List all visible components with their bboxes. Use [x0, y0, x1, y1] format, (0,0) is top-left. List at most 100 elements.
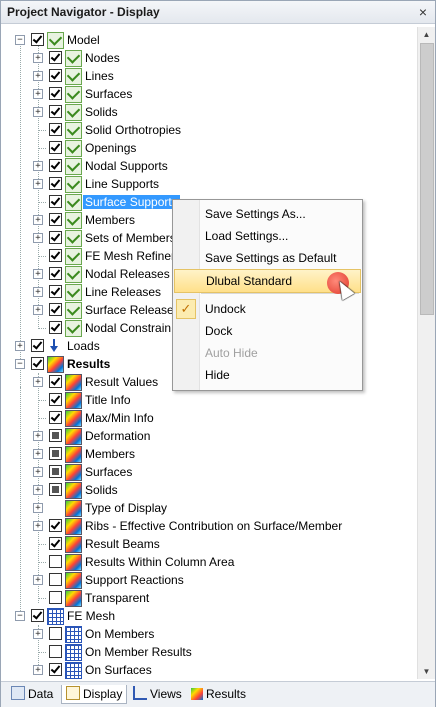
tree-item-surfaces[interactable]: + Surfaces — [1, 85, 417, 103]
tree-item-solids-results[interactable]: + Solids — [1, 481, 417, 499]
expand-icon[interactable]: + — [33, 161, 43, 171]
checkbox[interactable] — [49, 393, 62, 406]
tree-item-solids[interactable]: + Solids — [1, 103, 417, 121]
tree-item-line-supports[interactable]: + Line Supports — [1, 175, 417, 193]
checkbox[interactable] — [49, 195, 62, 208]
tab-views[interactable]: Views — [129, 685, 186, 703]
menu-item-hide[interactable]: Hide — [173, 364, 362, 386]
expand-icon[interactable]: + — [33, 53, 43, 63]
checkbox[interactable] — [49, 303, 62, 316]
tree-item-ribs[interactable]: + Ribs - Effective Contribution on Surfac… — [1, 517, 417, 535]
tree-item-nodes[interactable]: + Nodes — [1, 49, 417, 67]
checkbox[interactable] — [49, 51, 62, 64]
checkbox-partial[interactable] — [49, 483, 62, 496]
tree-item-members-results[interactable]: + Members — [1, 445, 417, 463]
expand-icon[interactable]: + — [33, 431, 43, 441]
tree-item-on-surfaces[interactable]: + On Surfaces — [1, 661, 417, 679]
expand-icon[interactable]: + — [33, 521, 43, 531]
expand-icon[interactable]: + — [33, 449, 43, 459]
checkbox[interactable] — [49, 267, 62, 280]
scrollbar-thumb[interactable] — [420, 43, 434, 315]
expand-icon[interactable]: + — [33, 503, 43, 513]
tree-item-solid-orthotropies[interactable]: Solid Orthotropies — [1, 121, 417, 139]
expand-icon[interactable]: + — [33, 89, 43, 99]
collapse-icon[interactable]: − — [15, 359, 25, 369]
menu-item-load-settings[interactable]: Load Settings... — [173, 225, 362, 247]
expand-icon[interactable]: + — [33, 71, 43, 81]
tab-display[interactable]: Display — [61, 685, 128, 704]
checkbox[interactable] — [31, 33, 44, 46]
expand-icon[interactable]: + — [33, 107, 43, 117]
checkbox[interactable] — [49, 249, 62, 262]
checkbox[interactable] — [49, 285, 62, 298]
checkbox[interactable] — [49, 141, 62, 154]
tree-item-type-of-display[interactable]: + Type of Display — [1, 499, 417, 517]
scroll-up-icon[interactable]: ▲ — [418, 27, 435, 42]
expand-icon[interactable]: + — [33, 377, 43, 387]
menu-item-save-settings-as[interactable]: Save Settings As... — [173, 203, 362, 225]
checkbox[interactable] — [49, 519, 62, 532]
checkbox-partial[interactable] — [49, 465, 62, 478]
tree-item-surfaces-results[interactable]: + Surfaces — [1, 463, 417, 481]
checkbox[interactable] — [49, 69, 62, 82]
checkbox[interactable] — [49, 645, 62, 658]
checkbox[interactable] — [49, 105, 62, 118]
tree-item-deformation[interactable]: + Deformation — [1, 427, 417, 445]
tree-item-fe-mesh[interactable]: − FE Mesh — [1, 607, 417, 625]
tree-item-on-member-results[interactable]: On Member Results — [1, 643, 417, 661]
vertical-scrollbar[interactable]: ▲ ▼ — [417, 27, 435, 679]
checkbox-partial[interactable] — [49, 447, 62, 460]
tree-item-on-members[interactable]: + On Members — [1, 625, 417, 643]
tab-results[interactable]: Results — [187, 685, 250, 703]
checkbox[interactable] — [49, 663, 62, 676]
collapse-icon[interactable]: − — [15, 611, 25, 621]
checkbox[interactable] — [49, 123, 62, 136]
tree-item-support-reactions[interactable]: + Support Reactions — [1, 571, 417, 589]
tree-item-model[interactable]: − Model — [1, 31, 417, 49]
checkbox[interactable] — [31, 357, 44, 370]
expand-icon[interactable]: + — [33, 215, 43, 225]
expand-icon[interactable]: + — [33, 485, 43, 495]
tree-item-nodal-supports[interactable]: + Nodal Supports — [1, 157, 417, 175]
menu-item-undock[interactable]: ✓ Undock — [173, 298, 362, 320]
expand-icon[interactable]: + — [33, 575, 43, 585]
tab-data[interactable]: Data — [7, 685, 57, 703]
expand-icon[interactable]: + — [33, 179, 43, 189]
tree-item-lines[interactable]: + Lines — [1, 67, 417, 85]
tree-item-result-beams[interactable]: Result Beams — [1, 535, 417, 553]
checkbox[interactable] — [49, 627, 62, 640]
checkbox-partial[interactable] — [49, 429, 62, 442]
menu-item-dock[interactable]: Dock — [173, 320, 362, 342]
scroll-down-icon[interactable]: ▼ — [418, 664, 435, 679]
expand-icon[interactable]: + — [33, 269, 43, 279]
menu-item-save-settings-as-default[interactable]: Save Settings as Default — [173, 247, 362, 269]
expand-icon[interactable]: + — [33, 233, 43, 243]
checkbox[interactable] — [49, 87, 62, 100]
checkbox[interactable] — [49, 537, 62, 550]
checkbox[interactable] — [49, 231, 62, 244]
tree-item-transparent[interactable]: Transparent — [1, 589, 417, 607]
expand-icon[interactable]: + — [33, 665, 43, 675]
expand-icon[interactable]: + — [33, 629, 43, 639]
checkbox[interactable] — [31, 609, 44, 622]
tree-item-title-info[interactable]: Title Info — [1, 391, 417, 409]
expand-icon[interactable]: + — [33, 305, 43, 315]
checkbox[interactable] — [49, 573, 62, 586]
tree-item-openings[interactable]: Openings — [1, 139, 417, 157]
checkbox[interactable] — [49, 375, 62, 388]
checkbox[interactable] — [49, 159, 62, 172]
tree-item-results-within-column-area[interactable]: Results Within Column Area — [1, 553, 417, 571]
checkbox[interactable] — [31, 339, 44, 352]
collapse-icon[interactable]: − — [15, 35, 25, 45]
expand-icon[interactable]: + — [33, 287, 43, 297]
checkbox[interactable] — [49, 213, 62, 226]
tree-item-max-min-info[interactable]: Max/Min Info — [1, 409, 417, 427]
checkbox[interactable] — [49, 177, 62, 190]
checkbox[interactable] — [49, 591, 62, 604]
checkbox[interactable] — [49, 555, 62, 568]
checkbox[interactable] — [49, 411, 62, 424]
expand-icon[interactable]: + — [15, 341, 25, 351]
close-icon[interactable]: × — [419, 4, 427, 20]
expand-icon[interactable]: + — [33, 467, 43, 477]
checkbox[interactable] — [49, 321, 62, 334]
